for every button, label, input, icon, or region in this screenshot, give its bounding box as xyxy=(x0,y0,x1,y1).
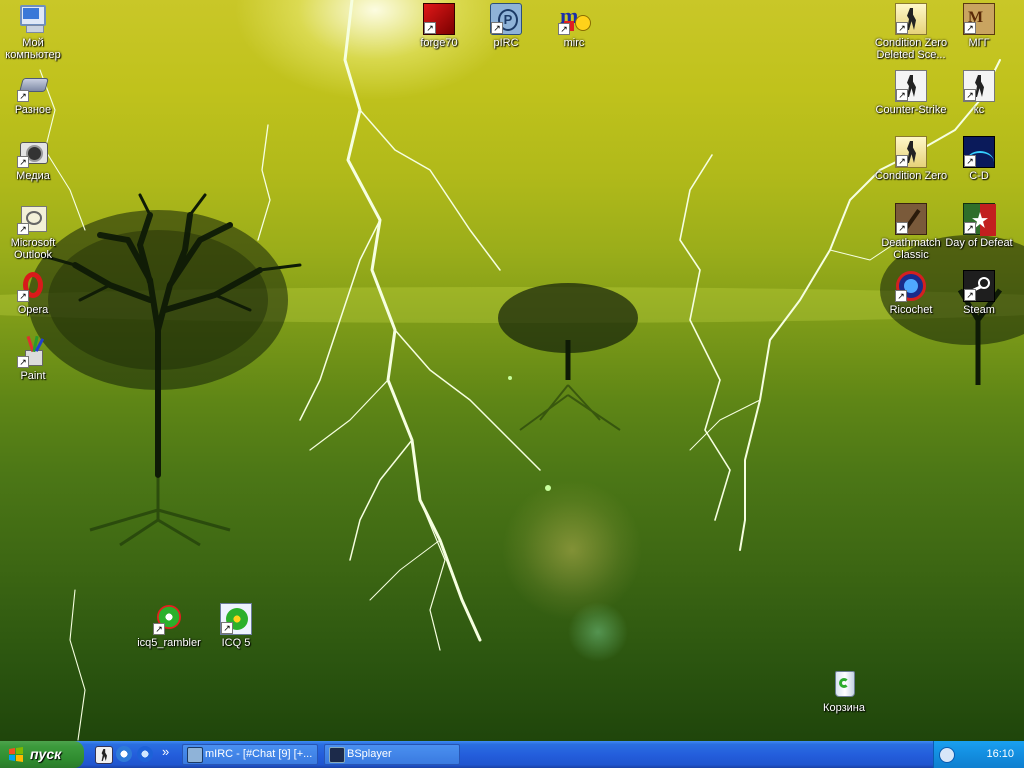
windows-logo-icon xyxy=(9,747,23,762)
quicklaunch-ie-icon[interactable] xyxy=(137,746,153,762)
desktop-icon-cz-deleted[interactable]: Condition Zero Deleted Sce... xyxy=(874,3,948,61)
taskbar: пуск » mIRC - [#Chat [9] [+... BSplayer … xyxy=(0,741,1024,768)
desktop-icon-opera[interactable]: Opera xyxy=(0,270,70,316)
system-tray: 16:10 xyxy=(933,741,1024,768)
camera-icon xyxy=(17,136,49,168)
desktop-icon-raznoe[interactable]: Разное xyxy=(0,70,70,116)
desktop-icon-paint[interactable]: Paint xyxy=(0,335,70,382)
icon-label: Steam xyxy=(963,304,995,316)
icon-label: Мой компьютер xyxy=(5,37,61,61)
counter-strike-icon xyxy=(895,3,927,35)
mgg-icon: M xyxy=(963,3,995,35)
desktop-icon-day-of-defeat[interactable]: Day of Defeat xyxy=(942,203,1016,249)
icon-label: Microsoft Outlook xyxy=(10,237,56,261)
icon-label: Opera xyxy=(17,304,49,316)
icon-label: кс xyxy=(973,104,985,116)
my-computer-icon xyxy=(17,3,49,35)
volume-icon[interactable] xyxy=(939,747,955,763)
icon-label: icq5_rambler xyxy=(137,637,201,649)
icon-label: pIRC xyxy=(493,37,519,49)
desktop-icon-deathmatch-classic[interactable]: Deathmatch Classic xyxy=(874,203,948,261)
icon-label: mirc xyxy=(563,37,585,49)
icq-flower-icon xyxy=(220,603,252,635)
desktop-icon-counter-strike[interactable]: Counter-Strike xyxy=(874,70,948,116)
icon-label: Day of Defeat xyxy=(945,237,1013,249)
icon-label: Condition Zero Deleted Sce... xyxy=(874,37,948,61)
icon-label: forge70 xyxy=(420,37,458,49)
start-label: пуск xyxy=(30,746,62,762)
pirc-icon: P xyxy=(490,3,522,35)
icon-label: МГГ xyxy=(968,37,990,49)
desktop-icon-outlook[interactable]: Microsoft Outlook xyxy=(0,203,70,261)
pirc-icon xyxy=(187,747,203,763)
counter-strike-icon xyxy=(963,70,995,102)
task-label: mIRC - [#Chat [9] [+... xyxy=(205,748,313,760)
desktop-icon-cd[interactable]: C-D xyxy=(942,136,1016,182)
opera-icon xyxy=(17,270,49,302)
desktop[interactable]: Мой компьютер Разное Медиа Microsoft Out… xyxy=(0,0,1024,741)
quicklaunch-browser-icon[interactable] xyxy=(116,746,132,762)
drive-icon xyxy=(17,70,49,102)
desktop-icon-forge70[interactable]: forge70 xyxy=(402,3,476,49)
icon-label: Корзина xyxy=(823,702,865,714)
bsplayer-icon xyxy=(329,747,345,763)
task-button-bsplayer[interactable]: BSplayer xyxy=(324,744,460,765)
desktop-icon-ricochet[interactable]: Ricochet xyxy=(874,270,948,316)
desktop-icon-media[interactable]: Медиа xyxy=(0,136,70,182)
desktop-icon-pirc[interactable]: P pIRC xyxy=(469,3,543,49)
desktop-icon-icq5-rambler[interactable]: icq5_rambler xyxy=(132,603,206,649)
desktop-icon-my-computer[interactable]: Мой компьютер xyxy=(0,3,70,61)
icon-label: Condition Zero xyxy=(874,170,948,182)
icon-label: Deathmatch Classic xyxy=(881,237,941,261)
icon-label: Paint xyxy=(20,370,46,382)
quicklaunch-counter-strike-icon[interactable] xyxy=(95,746,113,764)
icon-label: ICQ 5 xyxy=(221,637,251,649)
icon-label: Медиа xyxy=(16,170,50,182)
icon-label: Counter-Strike xyxy=(875,104,947,116)
day-of-defeat-icon xyxy=(963,203,996,236)
quicklaunch-overflow-button[interactable]: » xyxy=(162,744,169,759)
start-button[interactable]: пуск xyxy=(0,741,84,768)
clock[interactable]: 16:10 xyxy=(986,748,1014,760)
desktop-icon-icq5[interactable]: ICQ 5 xyxy=(199,603,273,649)
counter-strike-icon xyxy=(895,136,927,168)
task-button-mirc[interactable]: mIRC - [#Chat [9] [+... xyxy=(182,744,318,765)
icon-label: Разное xyxy=(14,104,52,116)
desktop-icon-mirc[interactable]: m mirc xyxy=(537,3,611,49)
task-label: BSplayer xyxy=(347,748,392,760)
mirc-icon: m xyxy=(558,3,591,35)
recycle-bin-icon xyxy=(828,668,860,700)
ricochet-icon xyxy=(895,270,927,302)
desktop-icon-steam[interactable]: Steam xyxy=(942,270,1016,316)
icon-label: Ricochet xyxy=(889,304,933,316)
desktop-icon-condition-zero[interactable]: Condition Zero xyxy=(874,136,948,182)
cd-icon xyxy=(963,136,995,168)
paint-icon xyxy=(17,335,49,368)
forge-icon xyxy=(423,3,455,35)
desktop-icon-recycle-bin[interactable]: Корзина xyxy=(807,668,881,714)
outlook-icon xyxy=(17,203,49,235)
steam-icon xyxy=(963,270,995,302)
icq-flower-icon xyxy=(153,603,185,635)
desktop-icon-ks[interactable]: кс xyxy=(942,70,1016,116)
deathmatch-icon xyxy=(895,203,927,235)
desktop-icon-mgg[interactable]: M МГГ xyxy=(942,3,1016,49)
counter-strike-icon xyxy=(895,70,927,102)
